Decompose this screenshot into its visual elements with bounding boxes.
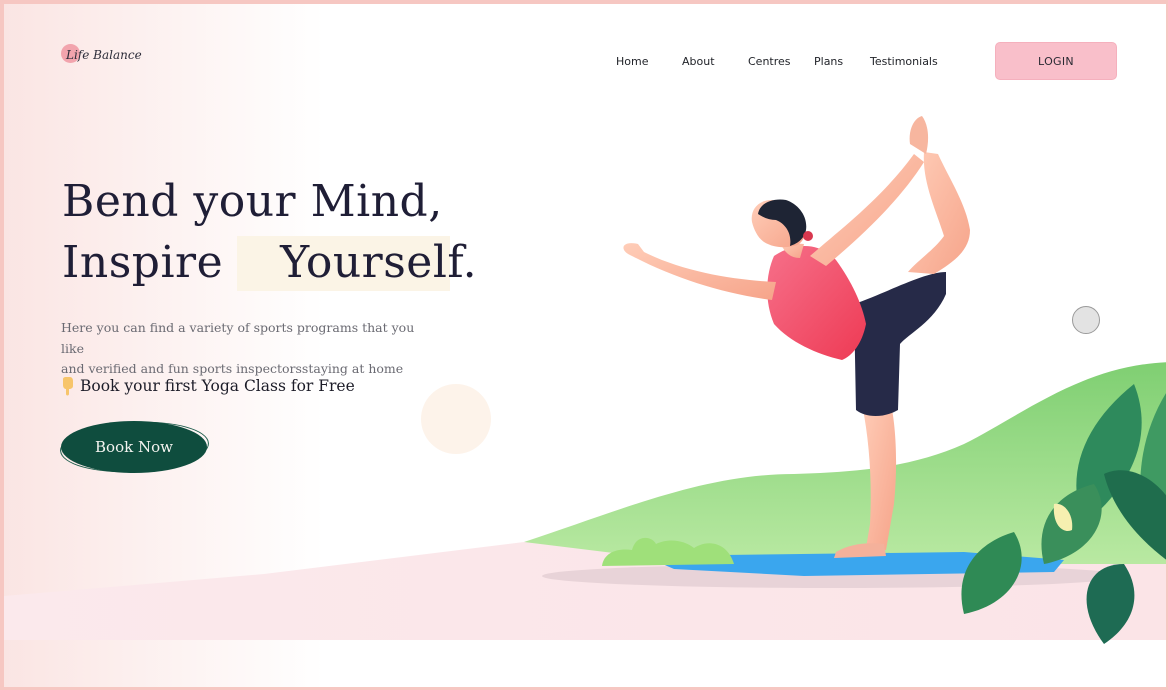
- hero-description: Here you can find a variety of sports pr…: [61, 318, 441, 380]
- headline-highlight-word: Yourself.: [280, 237, 478, 288]
- book-now-button[interactable]: Book Now: [61, 421, 207, 473]
- hero-description-line1: Here you can find a variety of sports pr…: [61, 320, 415, 356]
- nav-plans[interactable]: Plans: [814, 55, 843, 71]
- login-button[interactable]: LOGIN: [995, 42, 1117, 80]
- decorative-circle: [421, 384, 491, 454]
- headline-prefix: Inspire: [62, 237, 224, 288]
- nav-centres[interactable]: Centres: [748, 55, 791, 71]
- nav-home[interactable]: Home: [616, 55, 648, 71]
- pointing-finger-icon: [63, 376, 73, 395]
- nav-about[interactable]: About: [682, 55, 715, 71]
- cta-line: Book your first Yoga Class for Free: [61, 375, 355, 397]
- page-frame: Life Balance Home About Centres Plans Te…: [0, 0, 1168, 690]
- hero-headline-line2: Inspire Yourself.: [62, 237, 477, 288]
- hero-headline-line1: Bend your Mind,: [62, 176, 443, 227]
- cta-text: Book your first Yoga Class for Free: [80, 377, 355, 395]
- scroll-indicator[interactable]: [1072, 306, 1100, 334]
- nav-testimonials[interactable]: Testimonials: [870, 55, 938, 71]
- brand-name: Life Balance: [66, 48, 142, 62]
